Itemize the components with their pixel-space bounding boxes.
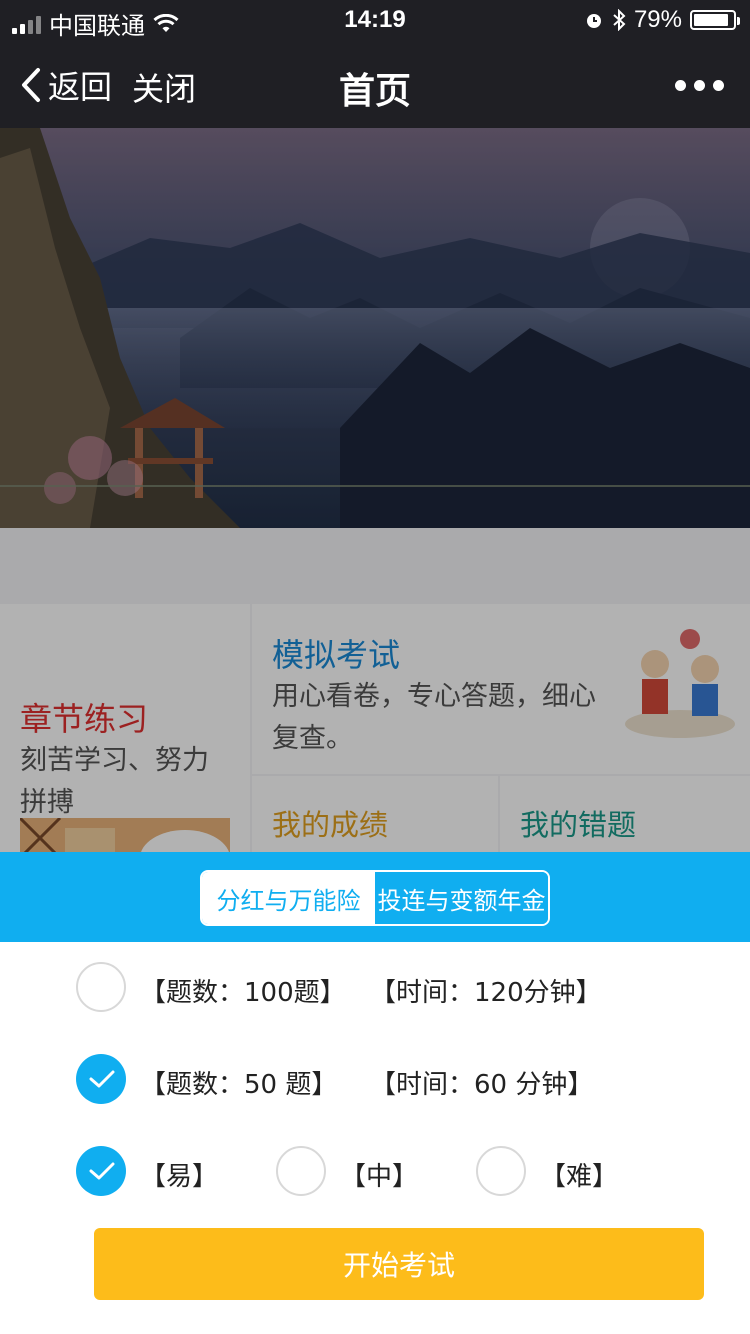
radio-difficulty-medium[interactable] [276, 1146, 326, 1196]
radio-50-questions[interactable] [76, 1054, 126, 1104]
alarm-icon [586, 14, 601, 28]
difficulty-easy-label: 【易】 [140, 1162, 219, 1192]
radio-difficulty-hard[interactable] [476, 1146, 526, 1196]
tab-dividend-universal[interactable]: 分红与万能险 [202, 872, 375, 924]
option-count-100: 【题数：100题】 [140, 978, 346, 1008]
more-button[interactable] [675, 80, 724, 91]
status-bar: 中国联通 14:19 79% [0, 0, 750, 40]
option-count-50: 【题数：50 题】 [140, 1070, 338, 1100]
exam-type-segmented-control: 分红与万能险 投连与变额年金 [200, 870, 550, 926]
tab-linked-variable-annuity[interactable]: 投连与变额年金 [375, 872, 548, 924]
check-icon [89, 1070, 115, 1088]
battery-icon [690, 10, 740, 30]
start-exam-button[interactable]: 开始考试 [94, 1228, 704, 1300]
option-row-50[interactable]: 【题数：50 题】 【时间：60 分钟】 [0, 1054, 750, 1114]
option-time-120: 【时间：120分钟】 [370, 978, 602, 1008]
sheet-header: 分红与万能险 投连与变额年金 [0, 852, 750, 942]
battery-percent: 79% [633, 6, 682, 33]
option-time-60: 【时间：60 分钟】 [370, 1070, 594, 1100]
radio-difficulty-easy[interactable] [76, 1146, 126, 1196]
difficulty-medium-label: 【中】 [340, 1162, 419, 1192]
page-title: 首页 [338, 71, 411, 112]
modal-backdrop[interactable] [0, 128, 750, 852]
status-right: 79% [584, 6, 740, 34]
check-icon [89, 1162, 115, 1180]
radio-100-questions[interactable] [76, 962, 126, 1012]
difficulty-hard-label: 【难】 [540, 1162, 619, 1192]
exam-options-sheet: 分红与万能险 投连与变额年金 【题数：100题】 【时间：120分钟】 【题数：… [0, 852, 750, 1334]
difficulty-row: 【易】 【中】 【难】 [0, 1146, 750, 1206]
option-row-100[interactable]: 【题数：100题】 【时间：120分钟】 [0, 962, 750, 1022]
bluetooth-icon [613, 9, 626, 31]
nav-bar: 返回 关闭 首页 [0, 40, 750, 128]
